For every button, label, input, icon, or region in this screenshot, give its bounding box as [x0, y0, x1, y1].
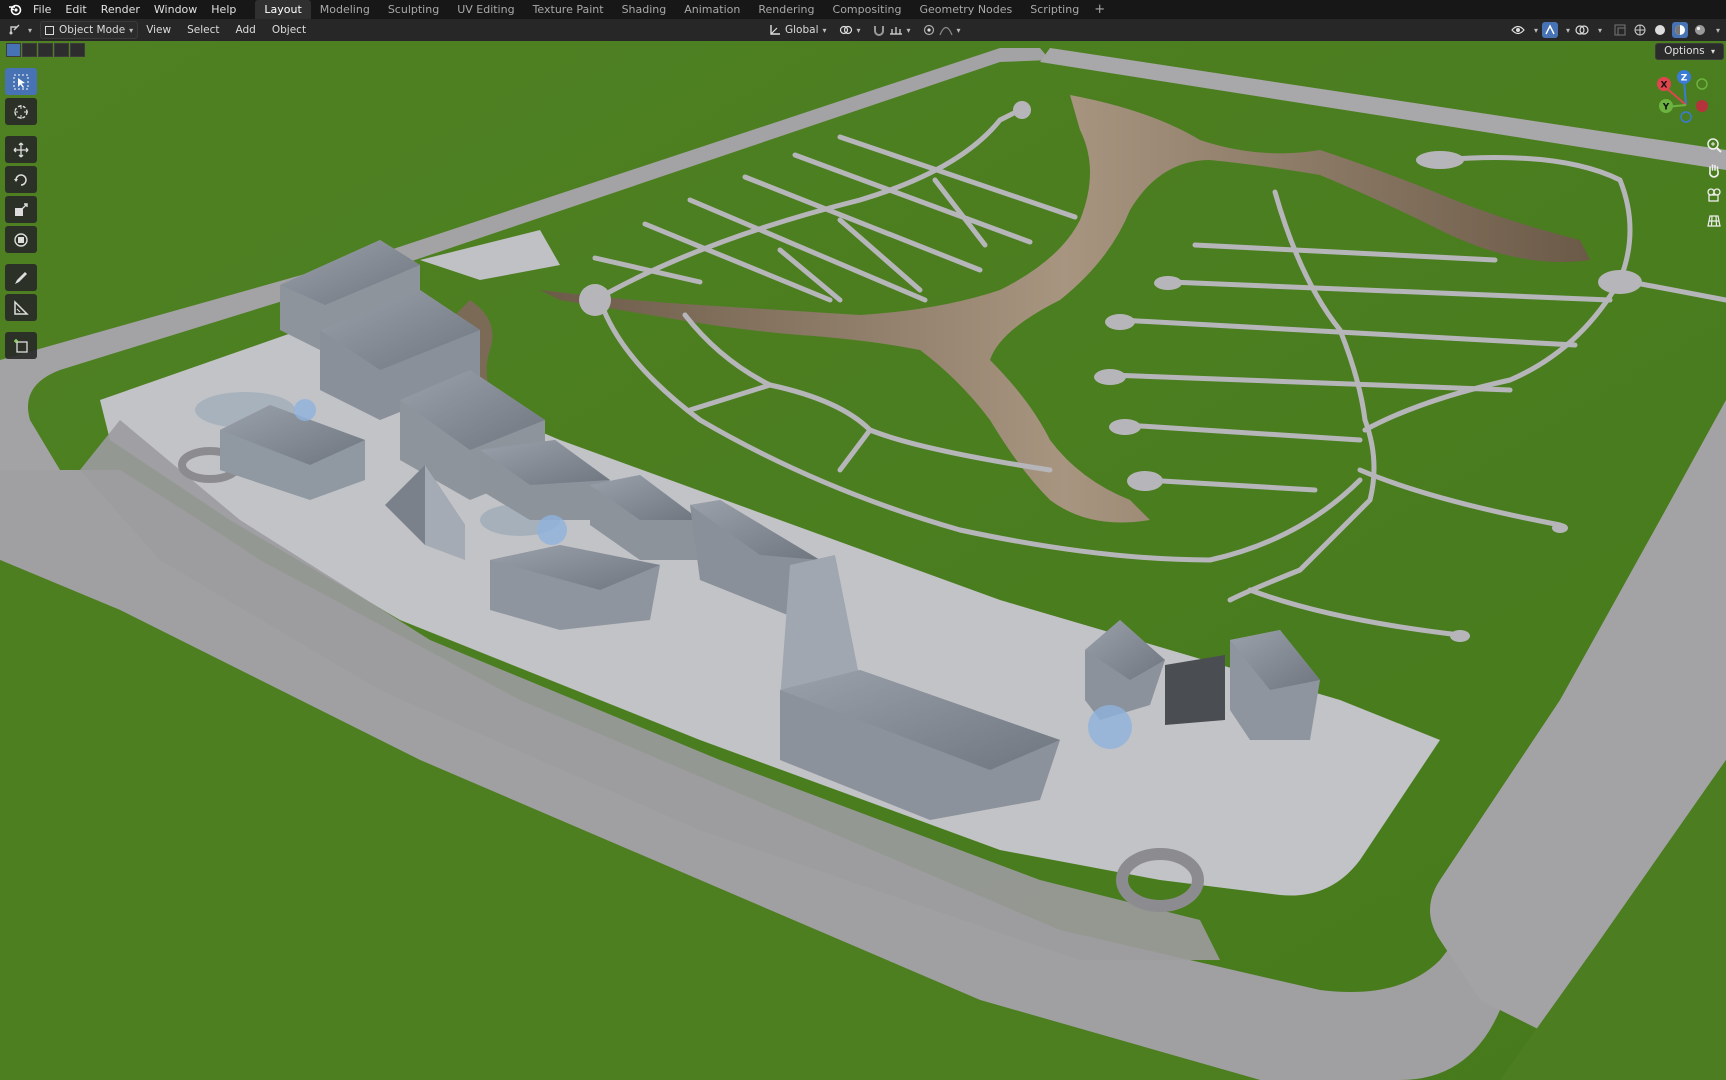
selection-mode-buttons: [6, 43, 85, 57]
magnet-icon: [873, 26, 884, 36]
workspace-tabs: Layout Modeling Sculpting UV Editing Tex…: [255, 0, 1111, 19]
editor-type-icon: [9, 24, 20, 35]
blender-logo-icon[interactable]: [4, 0, 26, 19]
tab-modeling[interactable]: Modeling: [311, 0, 379, 19]
tab-animation[interactable]: Animation: [675, 0, 749, 19]
park-path-roundabout: [579, 284, 611, 316]
select-box-icon[interactable]: [5, 68, 37, 95]
chevron-down-icon[interactable]: ▾: [1716, 26, 1720, 35]
tab-shading[interactable]: Shading: [613, 0, 676, 19]
tab-geometry-nodes[interactable]: Geometry Nodes: [910, 0, 1021, 19]
transform-icon[interactable]: [5, 226, 37, 253]
menu-edit[interactable]: Edit: [58, 0, 93, 19]
svg-text:Z: Z: [1681, 74, 1688, 84]
tab-rendering[interactable]: Rendering: [749, 0, 823, 19]
editor-type-button[interactable]: ▾: [4, 21, 36, 39]
chevron-down-icon: ▾: [956, 25, 961, 35]
select-intersect-icon[interactable]: [70, 43, 85, 57]
mode-label: Object Mode: [59, 24, 126, 36]
menu-file[interactable]: File: [26, 0, 58, 19]
snap-increment-icon: [889, 27, 902, 35]
tab-scripting[interactable]: Scripting: [1021, 0, 1088, 19]
chevron-down-icon: ▾: [856, 25, 861, 35]
gizmo-toggle-icon[interactable]: [1541, 22, 1558, 38]
wireframe-shading-icon[interactable]: [1632, 22, 1648, 38]
chevron-down-icon: ▾: [129, 25, 134, 35]
orientation-icon: [770, 25, 780, 35]
cursor-icon[interactable]: [5, 98, 37, 125]
chevron-down-icon[interactable]: ▾: [1598, 26, 1602, 35]
select-new-icon[interactable]: [6, 43, 21, 57]
mode-select[interactable]: Object Mode ▾: [40, 21, 139, 39]
zoom-icon[interactable]: [1702, 134, 1726, 156]
top-menu-bar: File Edit Render Window Help Layout Mode…: [0, 0, 1726, 19]
viewport-display-controls: ▾ ▾ ▾ ▾: [1510, 21, 1720, 39]
navigation-gizmo[interactable]: Z X Y: [1644, 67, 1724, 137]
select-extend-icon[interactable]: [22, 43, 37, 57]
camera-icon[interactable]: [1702, 184, 1726, 206]
menu-help[interactable]: Help: [204, 0, 243, 19]
main-menu: File Edit Render Window Help: [26, 0, 243, 19]
park-path-node: [1013, 101, 1031, 119]
transform-controls: Global ▾ ▾ ▾ ▾: [765, 21, 965, 39]
3d-viewport[interactable]: Options ▾ Z X Y: [0, 41, 1726, 1080]
rendered-shading-icon[interactable]: [1692, 22, 1708, 38]
grid-ortho-icon[interactable]: [1702, 209, 1726, 231]
select-subtract-icon[interactable]: [38, 43, 53, 57]
rotate-icon[interactable]: [5, 166, 37, 193]
orientation-label: Global: [785, 24, 819, 36]
measure-icon[interactable]: [5, 294, 37, 321]
navigation-buttons: [1702, 134, 1726, 231]
chevron-down-icon[interactable]: ▾: [1566, 26, 1570, 35]
tab-uv-editing[interactable]: UV Editing: [448, 0, 523, 19]
scale-icon[interactable]: [5, 196, 37, 223]
pivot-icon: [839, 25, 852, 35]
falloff-icon: [938, 26, 953, 36]
svg-text:X: X: [1661, 81, 1668, 91]
tab-layout[interactable]: Layout: [255, 0, 311, 19]
annotate-icon[interactable]: [5, 264, 37, 291]
menu-add[interactable]: Add: [228, 19, 264, 41]
menu-object[interactable]: Object: [264, 19, 314, 41]
pivot-select[interactable]: ▾: [835, 21, 865, 39]
menu-window[interactable]: Window: [147, 0, 204, 19]
chevron-down-icon: ▾: [822, 25, 827, 35]
tool-shelf: [5, 68, 37, 359]
proportional-edit-icon: [923, 24, 934, 36]
overlays-icon[interactable]: [1574, 22, 1590, 38]
scene-render: [0, 41, 1726, 1080]
add-workspace-button[interactable]: +: [1088, 0, 1111, 19]
svg-text:Y: Y: [1662, 103, 1670, 113]
transform-orientation-select[interactable]: Global ▾: [765, 21, 831, 39]
tab-sculpting[interactable]: Sculpting: [379, 0, 448, 19]
select-invert-icon[interactable]: [54, 43, 69, 57]
menu-view[interactable]: View: [138, 19, 179, 41]
proportional-edit-toggle[interactable]: ▾: [919, 21, 965, 39]
tab-compositing[interactable]: Compositing: [824, 0, 911, 19]
xray-toggle-icon[interactable]: [1612, 22, 1628, 38]
menu-select[interactable]: Select: [179, 19, 227, 41]
add-cube-icon[interactable]: [5, 332, 37, 359]
options-button[interactable]: Options ▾: [1655, 43, 1724, 60]
menu-render[interactable]: Render: [94, 0, 147, 19]
pan-hand-icon[interactable]: [1702, 159, 1726, 181]
chevron-down-icon: ▾: [28, 25, 33, 35]
chevron-down-icon[interactable]: ▾: [1534, 26, 1538, 35]
tab-texture-paint[interactable]: Texture Paint: [524, 0, 613, 19]
visibility-eye-icon[interactable]: [1510, 22, 1526, 38]
snap-toggle[interactable]: ▾: [869, 21, 915, 39]
viewport-header: ▾ Object Mode ▾ View Select Add Object G…: [0, 19, 1726, 41]
options-label: Options: [1664, 45, 1705, 57]
object-mode-icon: [45, 25, 55, 35]
move-icon[interactable]: [5, 136, 37, 163]
chevron-down-icon: ▾: [1710, 47, 1715, 56]
solid-shading-icon[interactable]: [1652, 22, 1668, 38]
chevron-down-icon: ▾: [906, 25, 911, 35]
material-preview-shading-icon[interactable]: [1671, 22, 1688, 38]
